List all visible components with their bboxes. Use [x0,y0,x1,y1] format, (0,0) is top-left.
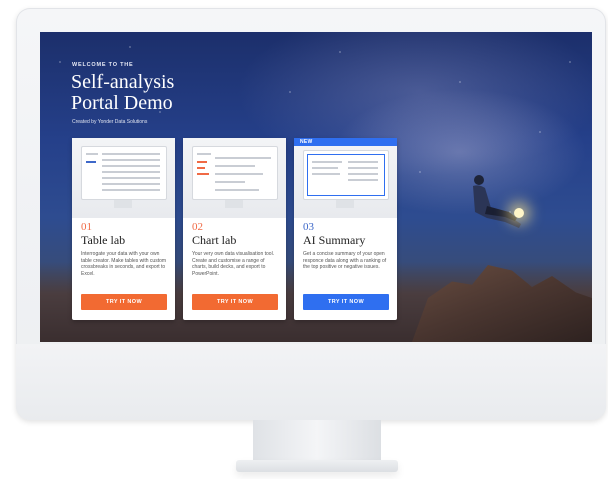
try-chart-lab-button[interactable]: TRY IT NOW [192,294,278,310]
card-number: 01 [81,221,92,233]
table-lab-preview [72,138,175,218]
card-title: AI Summary [303,233,366,247]
card-chart-lab: 02 Chart lab Your very own data visualis… [183,138,286,320]
page-subtitle: Created by Yonder Data Solutions [72,119,148,125]
card-title: Chart lab [192,233,237,247]
ai-preview-screen [303,150,389,200]
welcome-label: WELCOME TO THE [72,62,134,68]
ai-summary-preview: NEW [294,138,397,218]
card-number: 03 [303,221,314,233]
preview-stand [336,200,354,208]
try-table-lab-button[interactable]: TRY IT NOW [81,294,167,310]
card-description: Your very own data visualisation tool. C… [192,251,275,277]
chart-preview-screen [192,146,278,200]
lantern-light [514,208,524,218]
preview-stand [114,200,132,208]
monitor-stand-base [236,460,398,472]
monitor-stand [253,420,381,464]
chart-lab-preview [183,138,286,218]
card-description: Get a concise summary of your open respo… [303,251,387,270]
page-title-line-2: Portal Demo [71,92,173,114]
page-title: Self-analysis Portal Demo [71,72,291,114]
monitor-chin [16,344,606,420]
card-number: 02 [192,221,203,233]
card-ai-summary: NEW 03 AI Summary Get a concise summary … [294,138,397,320]
screen: WELCOME TO THE Self-analysis Portal Demo… [40,32,592,342]
card-description: Interrogate your data with your own tabl… [81,251,167,277]
card-table-lab: 01 Table lab Interrogate your data with … [72,138,175,320]
try-ai-summary-button[interactable]: TRY IT NOW [303,294,389,310]
new-badge: NEW [294,138,397,146]
table-preview-screen [81,146,167,200]
page-title-line-1: Self-analysis [71,71,175,93]
new-badge-label: NEW [300,138,313,145]
card-title: Table lab [81,233,126,247]
preview-stand [225,200,243,208]
